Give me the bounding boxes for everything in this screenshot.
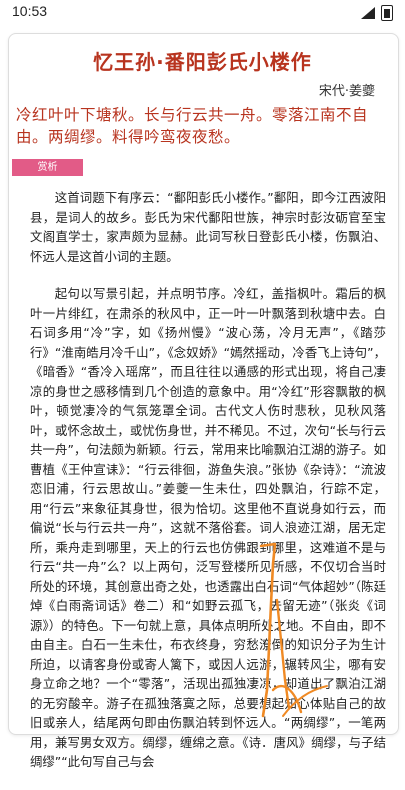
appreciation-paragraph-1: 这首词题下有序云：“鄱阳彭氏小楼作。”鄱阳，即今江西波阳县，是词人的故乡。彭氏为…: [30, 190, 386, 264]
status-icons: [361, 5, 393, 21]
status-time: 10:53: [12, 3, 48, 19]
poem-author: 宋代·姜夔: [318, 84, 375, 99]
battery-icon: [381, 5, 393, 21]
appreciation-tag[interactable]: 赏析: [12, 159, 83, 176]
poem-text: 冷红叶叶下塘秋。长与行云共一舟。零落江南不自由。两绸缪。料得吟鸾夜夜愁。: [16, 106, 369, 146]
poem-title: 忆王孙·番阳彭氏小楼作: [93, 50, 312, 74]
status-bar: 10:53: [0, 0, 405, 26]
handwritten-mark-overlay: [259, 542, 328, 718]
cellular-signal-icon: [361, 7, 375, 19]
